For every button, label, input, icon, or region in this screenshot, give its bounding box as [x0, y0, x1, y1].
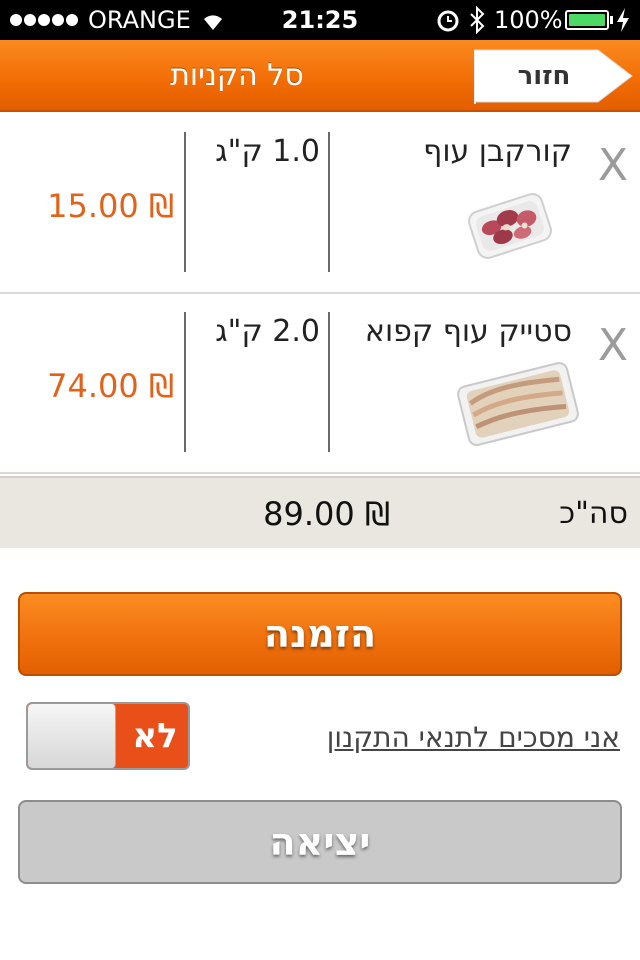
page-title: סל הקניות — [170, 58, 304, 93]
toggle-knob — [28, 704, 116, 768]
remove-item-button[interactable]: X — [596, 136, 630, 196]
total-value: 89.00 ₪ — [263, 495, 390, 533]
item-quantity: 1.0 ק"ג — [215, 134, 320, 169]
column-divider — [184, 132, 186, 272]
alarm-icon — [436, 8, 460, 36]
bluetooth-icon — [468, 5, 486, 38]
column-divider — [328, 312, 330, 452]
remove-item-button[interactable]: X — [596, 316, 630, 376]
back-button[interactable]: חזור — [474, 48, 634, 104]
item-name: סטייק עוף קפוא — [364, 314, 572, 349]
total-row: סה"כ 89.00 ₪ — [0, 476, 640, 548]
terms-toggle[interactable]: לא — [26, 702, 190, 770]
battery-percentage: 100% — [494, 6, 563, 34]
cart-item: X סטייק עוף קפוא 2.0 ק"ג 74.00 ₪ — [0, 294, 640, 474]
column-divider — [328, 132, 330, 272]
column-divider — [184, 312, 186, 452]
item-quantity: 2.0 ק"ג — [215, 314, 320, 349]
battery-tip — [610, 16, 613, 24]
exit-button[interactable]: יציאה — [18, 800, 622, 884]
status-bar: ORANGE 21:25 100% — [0, 0, 640, 40]
item-price: 74.00 ₪ — [47, 367, 174, 405]
battery-icon — [565, 10, 609, 30]
toggle-state-label: לא — [132, 716, 178, 756]
order-button[interactable]: הזמנה — [18, 592, 622, 676]
total-label: סה"כ — [559, 496, 628, 531]
cart-item: X קורקבן עוף 1.0 ק"ג 15.00 ₪ — [0, 114, 640, 294]
charging-icon — [616, 8, 630, 36]
navigation-bar: סל הקניות חזור — [0, 40, 640, 112]
back-button-label: חזור — [517, 61, 571, 91]
item-name: קורקבן עוף — [423, 134, 572, 169]
item-price: 15.00 ₪ — [47, 187, 174, 225]
gizzards-tray-icon — [466, 184, 554, 272]
terms-link[interactable]: אני מסכים לתנאי התקנון — [327, 718, 620, 758]
frozen-steak-tray-icon — [456, 358, 580, 454]
